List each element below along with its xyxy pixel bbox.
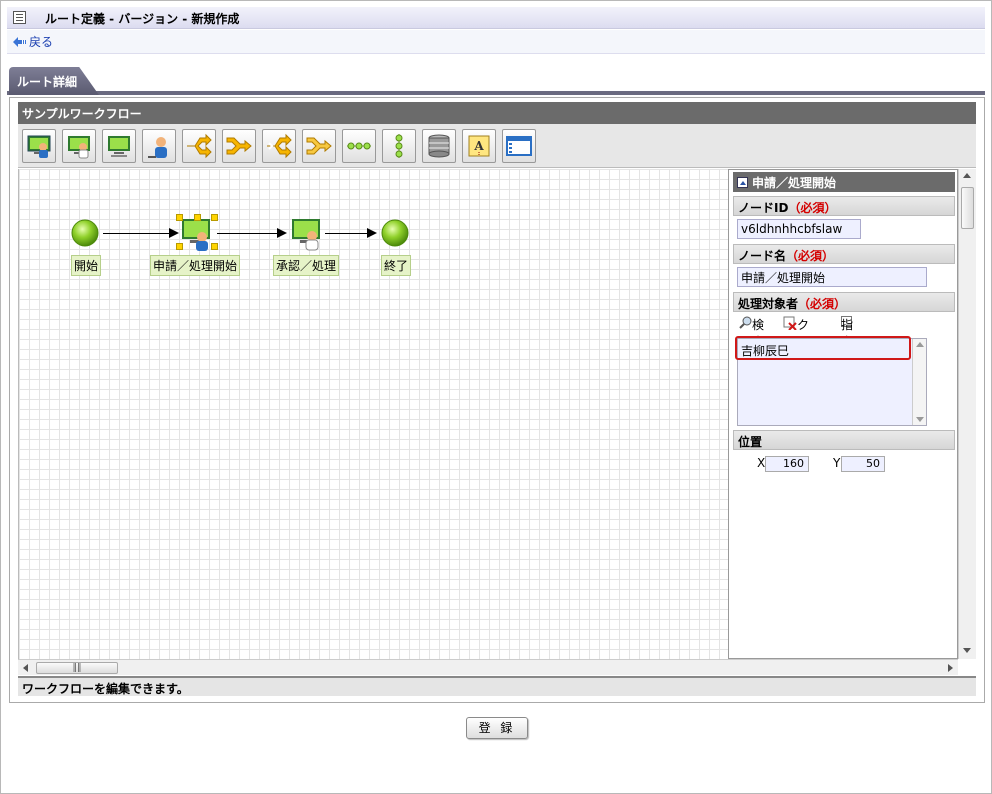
- database-icon: [428, 134, 450, 158]
- node-name-field[interactable]: [737, 267, 927, 287]
- property-panel: 申請／処理開始 ノードID（必須） ノード名（必須） 処理対象者（必須） 検索 …: [728, 169, 958, 659]
- connector-line: [217, 233, 279, 234]
- workflow-canvas[interactable]: 開始 申請／処理開始 承認／処理 終了: [18, 169, 728, 659]
- clear-icon: [783, 316, 797, 331]
- merge-alt-icon: [306, 137, 332, 155]
- workflow-name: サンプルワークフロー: [18, 102, 976, 124]
- tool-approve-node-button[interactable]: [102, 129, 136, 163]
- property-panel-title: 申請／処理開始: [733, 172, 955, 192]
- apply-node-icon: [68, 136, 90, 159]
- tool-start-node-button[interactable]: [22, 129, 56, 163]
- back-link-label: 戻る: [29, 35, 54, 49]
- tool-branch-button[interactable]: [182, 129, 216, 163]
- node-id-heading: ノードID（必須）: [733, 196, 955, 216]
- branch-icon: [187, 133, 212, 159]
- scroll-thumb[interactable]: ‖‖: [36, 662, 118, 674]
- back-link[interactable]: 戻る: [13, 33, 53, 50]
- branch-alt-icon: [267, 133, 292, 159]
- back-arrow-icon: [13, 37, 26, 47]
- tool-vertical-sequence-button[interactable]: [382, 129, 416, 163]
- node-id-field[interactable]: [737, 219, 861, 239]
- tool-merge-alt-button[interactable]: [302, 129, 336, 163]
- node-name-heading: ノード名（必須）: [733, 244, 955, 264]
- highlight-box: [735, 336, 911, 360]
- scroll-down-icon[interactable]: [963, 648, 971, 653]
- node-label[interactable]: 開始: [71, 255, 102, 276]
- tool-apply-node-button[interactable]: [62, 129, 96, 163]
- title-bar: ルート定義 - バージョン - 新規作成: [7, 7, 985, 29]
- selection-handle[interactable]: [211, 243, 218, 250]
- x-field[interactable]: 160: [765, 456, 809, 472]
- status-bar: ワークフローを編集できます。: [18, 676, 976, 696]
- vertical-scrollbar[interactable]: [958, 169, 976, 659]
- tool-user-node-button[interactable]: [142, 129, 176, 163]
- list-scrollbar[interactable]: [912, 339, 926, 425]
- approve-node-icon[interactable]: [289, 217, 325, 251]
- x-label: X: [757, 456, 766, 470]
- approve-node-icon: [108, 136, 130, 157]
- sequence-icon: [347, 142, 371, 150]
- tool-branch-alt-button[interactable]: [262, 129, 296, 163]
- position-heading: 位置: [733, 430, 955, 450]
- tool-text-annotation-button[interactable]: A: [462, 129, 496, 163]
- node-label[interactable]: 承認／処理: [273, 255, 340, 276]
- start-node-icon[interactable]: [71, 219, 99, 247]
- selection-handle[interactable]: [211, 214, 218, 221]
- connector-arrow: [277, 228, 287, 238]
- connector-arrow: [169, 228, 179, 238]
- y-field[interactable]: 50: [841, 456, 885, 472]
- text-annotation-icon: A: [468, 135, 490, 157]
- search-link[interactable]: 検索: [739, 316, 764, 349]
- page-icon: [13, 11, 26, 24]
- target-actions: 検索 クリア 指定なし: [739, 316, 955, 383]
- connector-line: [103, 233, 173, 234]
- window-icon: [506, 136, 532, 156]
- horizontal-scrollbar[interactable]: ‖‖: [18, 659, 958, 675]
- scroll-thumb[interactable]: [961, 187, 974, 229]
- user-node-icon: [148, 137, 167, 158]
- selection-handle[interactable]: [194, 214, 201, 221]
- svg-text:A: A: [473, 139, 484, 153]
- start-node-icon: [27, 135, 51, 158]
- connector-line: [325, 233, 369, 234]
- tool-window-button[interactable]: [502, 129, 536, 163]
- scroll-left-icon[interactable]: [23, 664, 28, 672]
- end-node-icon[interactable]: [381, 219, 409, 247]
- vertical-sequence-icon: [395, 134, 403, 158]
- workflow-toolbar: A: [18, 124, 976, 168]
- merge-icon: [226, 137, 252, 155]
- y-label: Y: [833, 456, 841, 470]
- target-heading: 処理対象者（必須）: [733, 292, 955, 312]
- search-icon: [739, 316, 752, 329]
- node-label[interactable]: 終了: [381, 255, 412, 276]
- tab-route-detail[interactable]: ルート詳細: [9, 67, 99, 95]
- workflow-panel: サンプルワークフロー A 開始 申請／処理開始 承認／処理 終了 申請／処理開始…: [9, 97, 985, 703]
- scroll-up-icon[interactable]: [963, 173, 971, 178]
- page-title: ルート定義 - バージョン - 新規作成: [45, 12, 240, 26]
- register-button[interactable]: 登 録: [466, 717, 528, 739]
- tool-sequence-button[interactable]: [342, 129, 376, 163]
- back-row: 戻る: [7, 30, 985, 54]
- app-window: ルート定義 - バージョン - 新規作成 戻る ルート詳細 サンプルワークフロー: [0, 0, 992, 794]
- apply-node-icon[interactable]: [179, 217, 215, 251]
- clear-link[interactable]: クリア: [783, 316, 809, 366]
- selection-handle[interactable]: [176, 243, 183, 250]
- connector-arrow: [367, 228, 377, 238]
- tool-database-button[interactable]: [422, 129, 456, 163]
- node-label[interactable]: 申請／処理開始: [150, 255, 241, 276]
- collapse-icon[interactable]: [737, 177, 748, 188]
- tab-strip: ルート詳細: [7, 63, 985, 95]
- tool-merge-button[interactable]: [222, 129, 256, 163]
- scroll-right-icon[interactable]: [948, 664, 953, 672]
- selection-handle[interactable]: [176, 214, 183, 221]
